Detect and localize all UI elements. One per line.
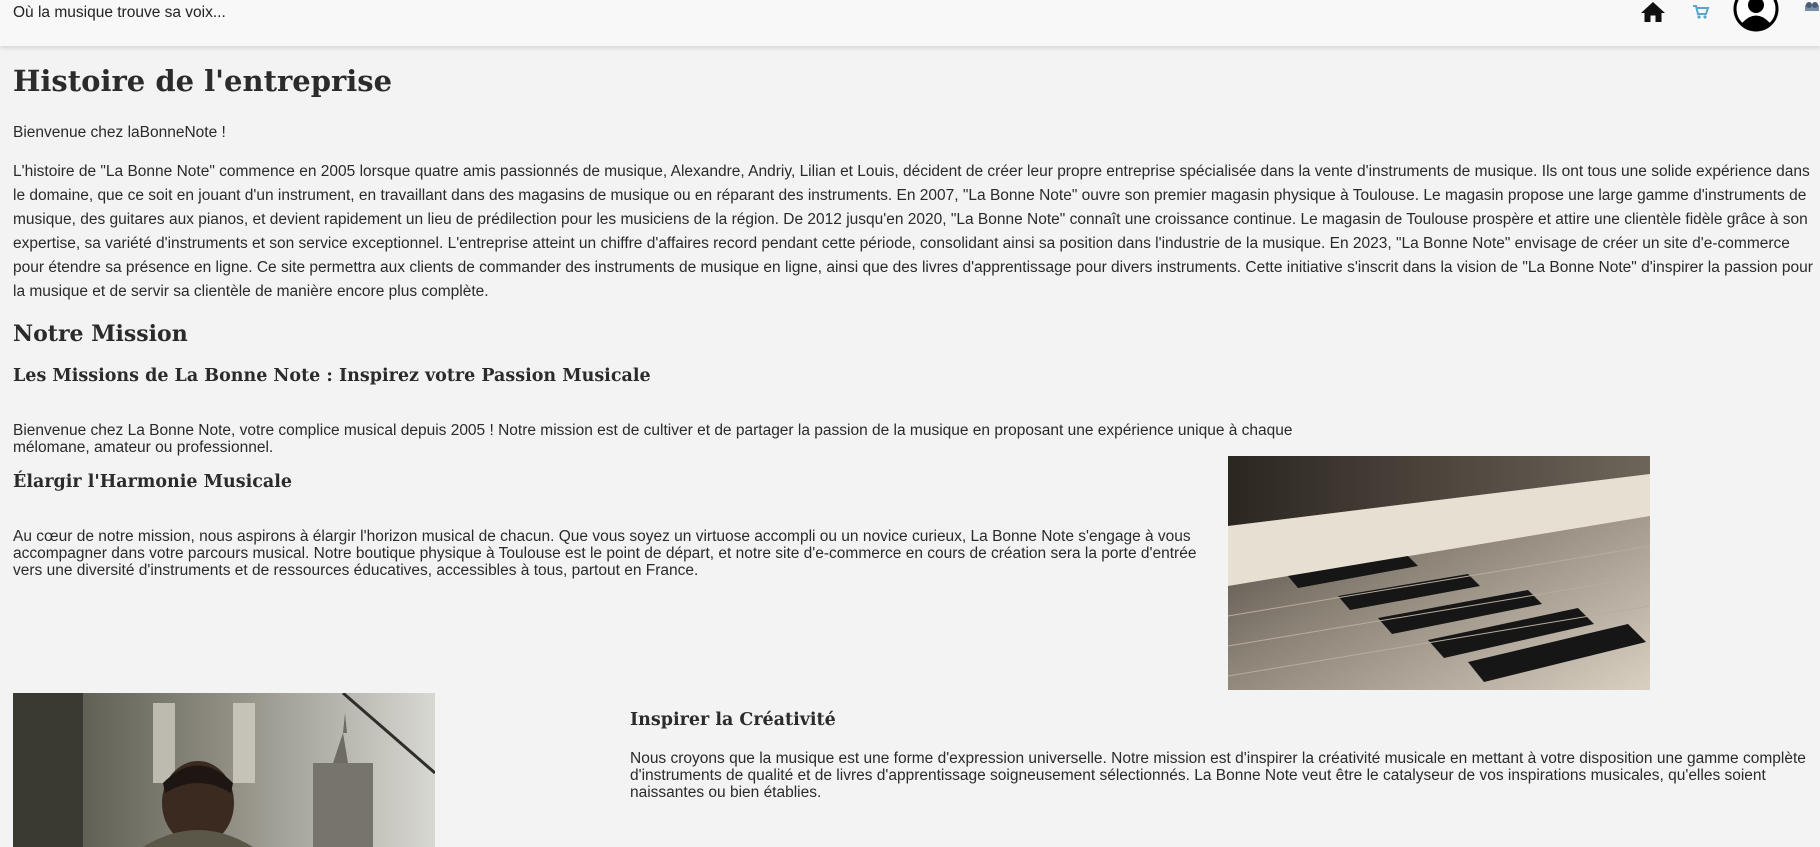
top-bar: Où la musique trouve sa voix...: [0, 0, 1820, 46]
mission-subtitle: Les Missions de La Bonne Note : Inspirez…: [13, 366, 651, 386]
misc-icon[interactable]: [1804, 0, 1820, 14]
mission-intro: Bienvenue chez La Bonne Note, votre comp…: [13, 422, 1293, 456]
musician-photo: [13, 693, 435, 847]
user-avatar-icon[interactable]: [1733, 0, 1779, 32]
harmony-text: Au cœur de notre mission, nous aspirons …: [13, 528, 1197, 579]
creativity-text: Nous croyons que la musique est une form…: [630, 750, 1806, 801]
harmony-title: Élargir l'Harmonie Musicale: [13, 472, 293, 492]
history-body: L'histoire de "La Bonne Note" commence e…: [13, 163, 1813, 300]
cart-icon[interactable]: [1692, 4, 1710, 20]
history-title: Histoire de l'entreprise: [13, 64, 393, 98]
history-welcome: Bienvenue chez laBonneNote !: [13, 124, 226, 141]
home-icon[interactable]: [1640, 0, 1666, 24]
mission-title: Notre Mission: [13, 321, 188, 347]
piano-keys-image: [1228, 456, 1650, 690]
site-tagline: Où la musique trouve sa voix...: [13, 4, 226, 21]
creativity-title: Inspirer la Créativité: [630, 710, 836, 730]
